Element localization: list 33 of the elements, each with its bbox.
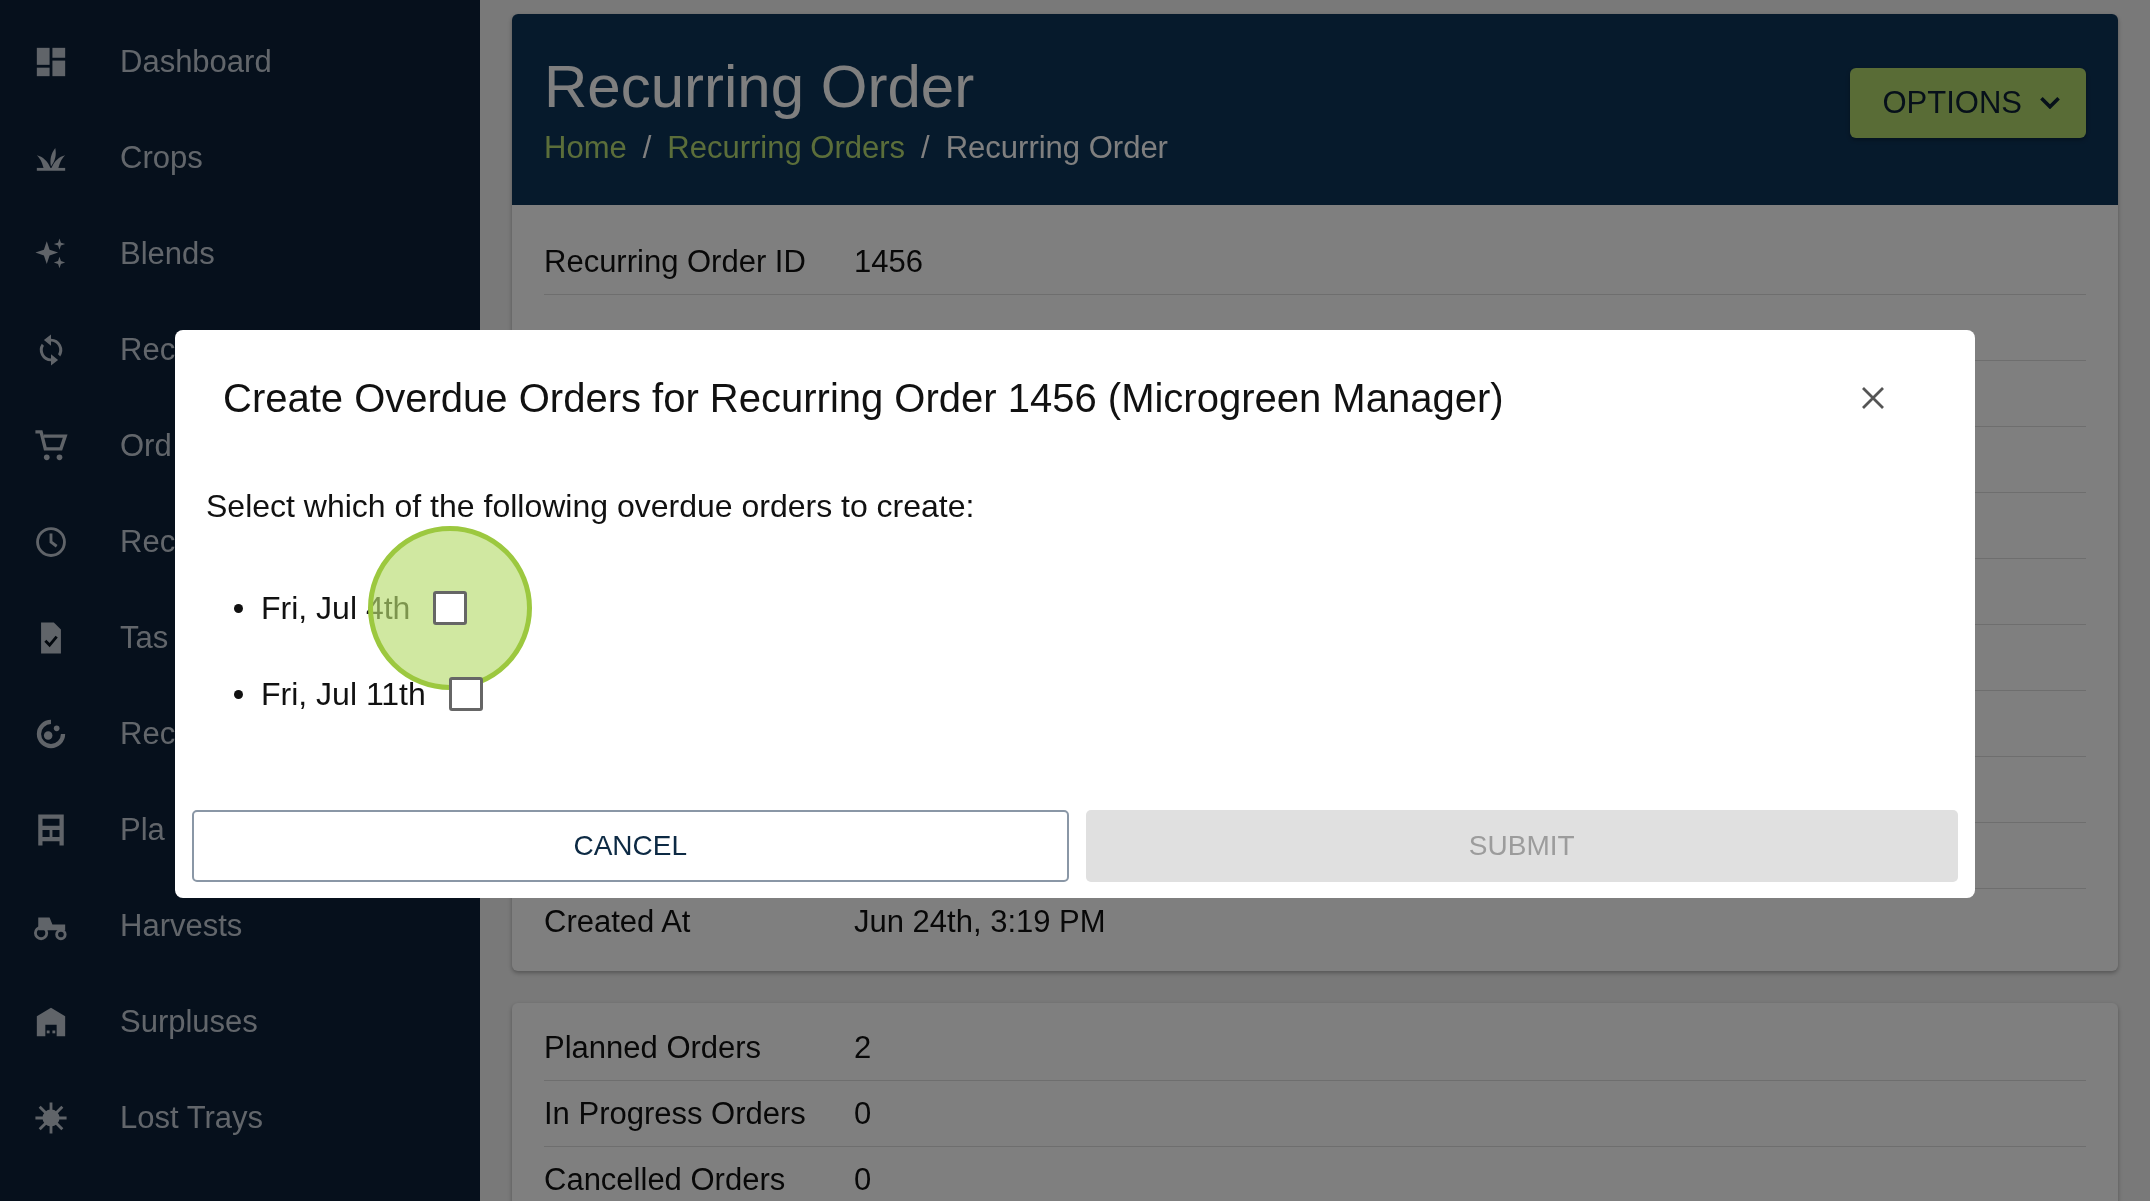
- field-label: Planned Orders: [544, 1029, 763, 1066]
- breadcrumb-separator: /: [921, 129, 930, 166]
- sidebar-item[interactable]: Ord: [120, 428, 172, 464]
- sidebar-item[interactable]: Rec: [120, 524, 176, 560]
- page-title: Recurring Order: [544, 53, 976, 120]
- sidebar-item[interactable]: Dashboard: [120, 44, 272, 80]
- order-date: Fri, Jul 11th: [261, 675, 426, 713]
- field-value: Jun 24th, 3:19 PM: [854, 904, 1106, 940]
- sidebar-item[interactable]: Surpluses: [120, 1004, 258, 1040]
- field-label: In Progress Orders: [544, 1095, 807, 1132]
- dialog-title: Create Overdue Orders for Recurring Order 1456 (Microgreen Manager): [223, 375, 1504, 421]
- sidebar-item[interactable]: Tas: [120, 620, 169, 656]
- field-label: Created At: [544, 904, 692, 940]
- field-label: Cancelled Orders: [544, 1162, 787, 1198]
- field-label: Recurring Order ID: [544, 243, 807, 280]
- sidebar-item[interactable]: Lost Trays: [120, 1100, 263, 1136]
- breadcrumb-separator: /: [642, 129, 652, 166]
- dialog-prompt: Select which of the following overdue orders to create:: [206, 488, 976, 525]
- field-value: 0: [854, 1162, 872, 1198]
- field-value: 2: [854, 1029, 872, 1066]
- field-value: 0: [854, 1095, 872, 1132]
- breadcrumb-link[interactable]: Recurring Orders: [667, 129, 906, 166]
- sidebar-item[interactable]: Rec: [120, 332, 176, 368]
- breadcrumb-link[interactable]: Home: [544, 129, 627, 166]
- sidebar-item[interactable]: Rec: [120, 716, 176, 752]
- sidebar-item[interactable]: Pla: [120, 812, 165, 848]
- cancel-button[interactable]: CANCEL: [192, 810, 1069, 882]
- field-value: 1456: [854, 243, 923, 280]
- breadcrumb-current: Recurring Order: [945, 129, 1168, 166]
- options-button[interactable]: OPTIONS: [1850, 67, 2086, 138]
- sidebar-item[interactable]: Blends: [120, 236, 215, 272]
- sidebar-item[interactable]: Crops: [120, 140, 203, 176]
- sidebar-item[interactable]: Harvests: [120, 908, 243, 944]
